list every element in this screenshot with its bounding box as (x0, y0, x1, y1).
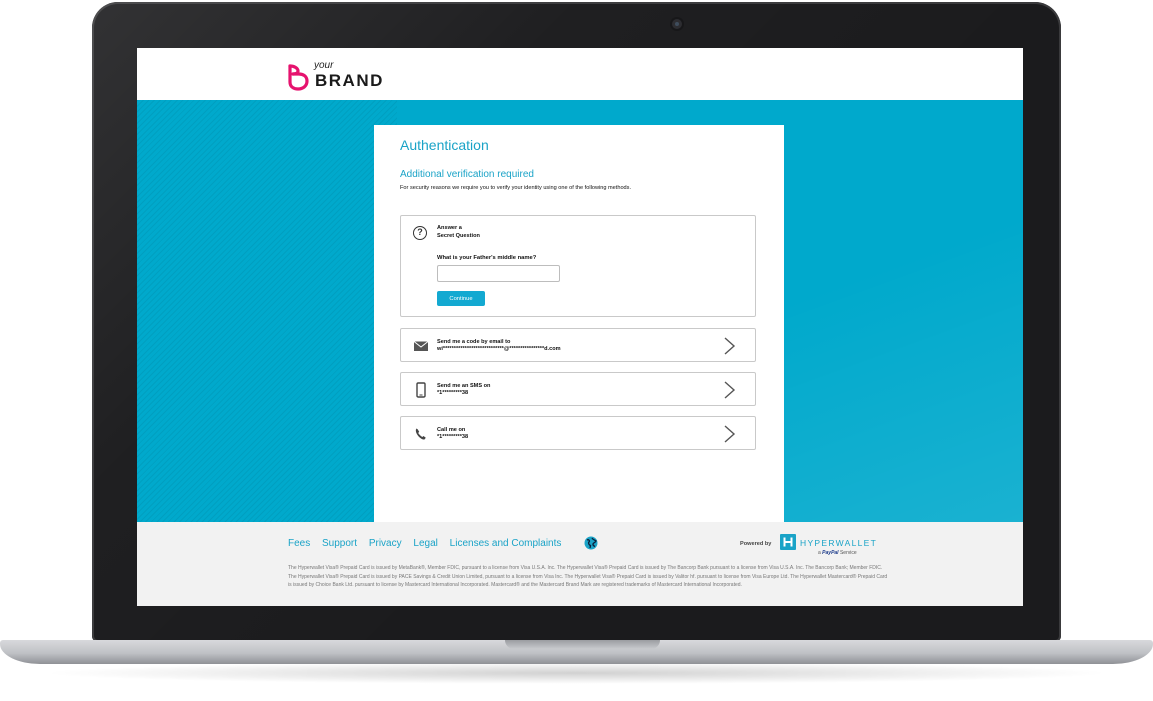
footer-link-legal[interactable]: Legal (413, 538, 437, 549)
option-sms-code[interactable]: Send me an SMS on *1*********38 (400, 372, 756, 406)
footer-link-support[interactable]: Support (322, 538, 357, 549)
browser-viewport: your BRAND Authentication Additional ver… (137, 48, 1023, 606)
webcam-icon (672, 19, 682, 29)
envelope-icon (413, 341, 429, 351)
secret-answer-input[interactable] (437, 265, 560, 282)
globe-icon[interactable] (584, 536, 598, 550)
secret-question-label-line1: Answer a (437, 225, 462, 231)
brand-logo-mark-icon (288, 64, 309, 91)
site-footer: Fees Support Privacy Legal Licenses and … (137, 522, 1023, 606)
footer-links: Fees Support Privacy Legal Licenses and … (288, 538, 570, 549)
chevron-right-icon (724, 381, 736, 399)
footer-link-fees[interactable]: Fees (288, 538, 310, 549)
laptop-base-notch (505, 640, 660, 649)
brand-logo-your: your (314, 60, 334, 71)
secret-question-panel: ? Answer a Secret Question What is your … (400, 215, 756, 317)
option-phone-call[interactable]: Call me on *1*********38 (400, 416, 756, 450)
question-mark-icon: ? (413, 226, 427, 240)
option-email-code[interactable]: Send me a code by email to wi***********… (400, 328, 756, 362)
option-sms-value: *1*********38 (437, 390, 469, 396)
brand-logo-name: BRAND (315, 71, 384, 90)
powered-by-label: Powered by (740, 541, 772, 547)
footer-link-licenses[interactable]: Licenses and Complaints (450, 538, 562, 549)
brand-logo[interactable]: your BRAND (284, 58, 404, 92)
authentication-card: Authentication Additional verification r… (374, 125, 784, 522)
secret-question-text: What is your Father's middle name? (437, 255, 537, 261)
legal-disclaimer: The Hyperwallet Visa® Prepaid Card is is… (288, 565, 888, 589)
continue-button[interactable]: Continue (437, 291, 485, 306)
option-sms-label: Send me an SMS on (437, 383, 491, 389)
page-title: Authentication (400, 137, 489, 153)
option-call-label: Call me on (437, 427, 466, 433)
option-email-value: wi****************************@*********… (437, 346, 561, 352)
mobile-phone-icon (416, 382, 426, 398)
chevron-right-icon (724, 337, 736, 355)
paypal-service-tagline: a PayPal Service (818, 550, 857, 556)
phone-icon (415, 428, 426, 440)
option-email-label: Send me a code by email to (437, 339, 511, 345)
site-header: your BRAND (137, 48, 1023, 100)
option-call-value: *1*********38 (437, 434, 469, 440)
secret-question-label-line2: Secret Question (437, 233, 480, 239)
hyperwallet-wordmark: HYPERWALLET (800, 538, 878, 548)
verification-description: For security reasons we require you to v… (400, 185, 632, 191)
footer-link-privacy[interactable]: Privacy (369, 538, 402, 549)
verification-subtitle: Additional verification required (400, 169, 534, 180)
chevron-right-icon (724, 425, 736, 443)
hyperwallet-logo-icon (780, 534, 796, 550)
